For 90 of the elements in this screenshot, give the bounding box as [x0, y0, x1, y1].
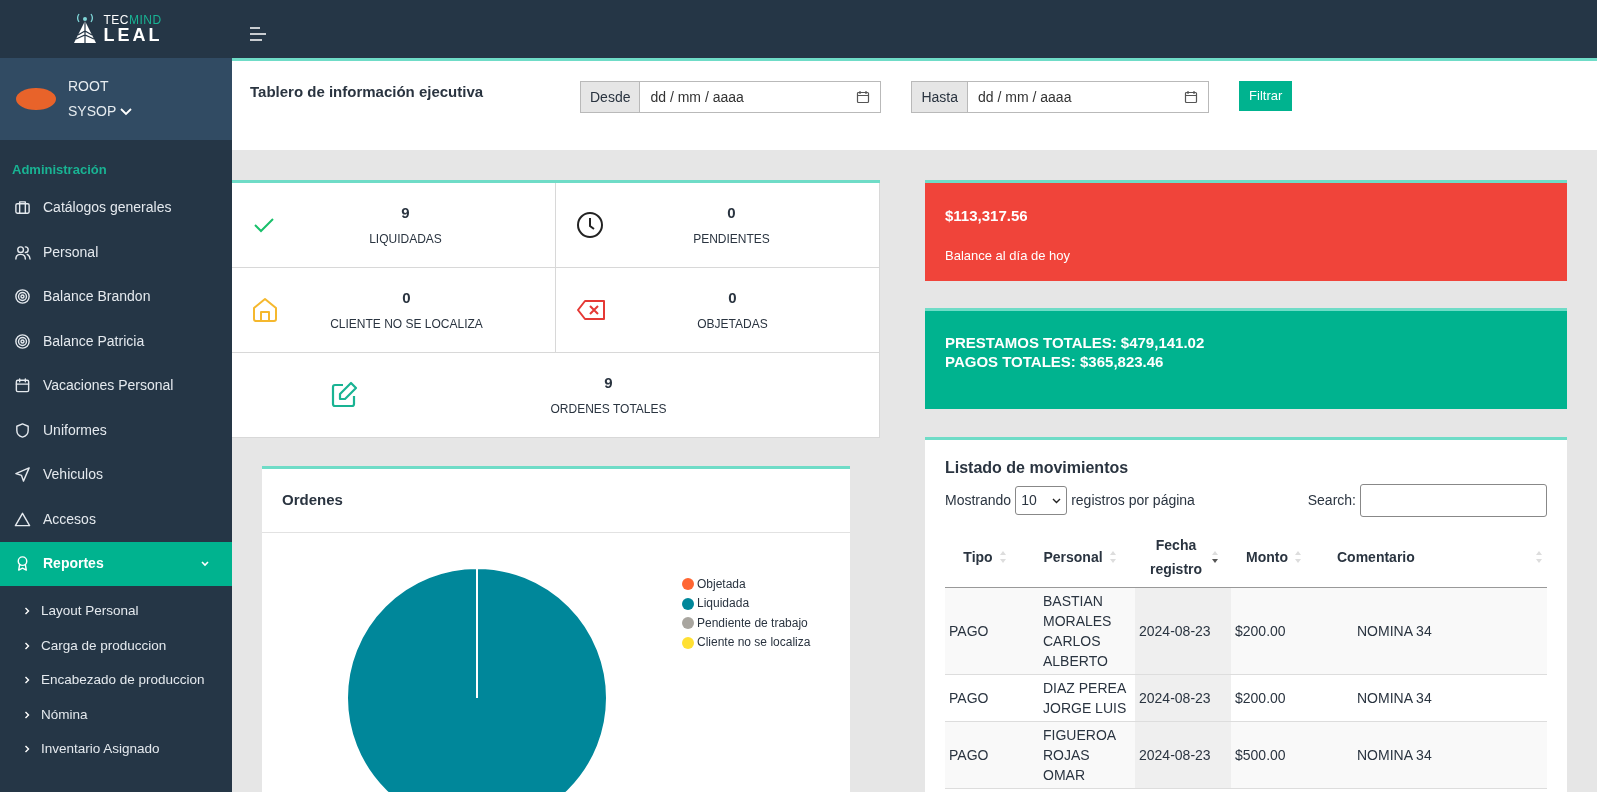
- stat-value: 9: [400, 202, 411, 223]
- table-cell: 2024-08-23: [1139, 690, 1211, 706]
- stat-value: 0: [727, 287, 738, 308]
- briefcase-icon: [14, 199, 31, 217]
- table-cell: $200.00: [1235, 690, 1286, 706]
- chevron-icon: [120, 107, 133, 116]
- sidebar-item[interactable]: Personal: [0, 230, 232, 275]
- submenu-item[interactable]: Nómina: [0, 697, 232, 732]
- sort-icon: [998, 549, 1007, 565]
- submenu-item[interactable]: Carga de produccion: [0, 628, 232, 663]
- house-icon: [252, 297, 278, 323]
- sidebar-item[interactable]: Vacaciones Personal: [0, 363, 232, 408]
- submenu-item[interactable]: Inventario Asignado: [0, 732, 232, 767]
- chevron-icon: [24, 709, 31, 720]
- payments-total: PAGOS TOTALES: $365,823.46: [945, 352, 1165, 371]
- calendar-icon: [14, 377, 31, 395]
- table-cell: 2024-08-23: [1139, 623, 1211, 639]
- sidebar-section-title: Administración: [11, 161, 108, 179]
- chevron-icon: [24, 640, 31, 651]
- table-cell: $500.00: [1235, 747, 1286, 763]
- stat-value: 0: [726, 202, 737, 223]
- table-cell: NOMINA 34: [1357, 747, 1432, 763]
- submenu-item[interactable]: Encabezado de produccion: [0, 663, 232, 698]
- page-title: Tablero de información ejecutiva: [250, 82, 485, 102]
- sort-icon: [1294, 549, 1302, 565]
- search-field[interactable]: [1360, 484, 1547, 517]
- chart-title: Ordenes: [262, 469, 850, 533]
- submenu-item[interactable]: Layout Personal: [0, 594, 232, 629]
- user-name: ROOT: [68, 77, 110, 96]
- search-label: Search:: [1307, 491, 1356, 510]
- chevron-icon: [200, 558, 210, 569]
- table-cell: DIAZ PEREA JORGE LUIS: [1043, 680, 1127, 716]
- sidebar-item[interactable]: Vehiculos: [0, 452, 232, 497]
- target-icon: [14, 332, 31, 350]
- avatar-placeholder: [16, 88, 56, 110]
- sidebar-item[interactable]: Balance Patricia: [0, 319, 232, 364]
- chevron-icon: [24, 606, 31, 617]
- column-header[interactable]: Personal: [1025, 527, 1135, 588]
- table-cell: FIGUEROA ROJAS OMAR: [1043, 727, 1116, 783]
- table-cell: PAGO: [949, 690, 989, 706]
- edit-icon: [330, 381, 358, 409]
- table-cell: $200.00: [1235, 623, 1286, 639]
- stat-label: LIQUIDADAS: [368, 231, 443, 249]
- stat-value: 0: [401, 287, 412, 308]
- column-header[interactable]: Fecha registro: [1135, 527, 1231, 588]
- sort-icon: [1108, 549, 1117, 565]
- stat-label: OBJETADAS: [696, 316, 769, 334]
- chevron-icon: [1052, 497, 1062, 504]
- table-cell: PAGO: [949, 623, 989, 639]
- table-cell: PAGO: [949, 747, 989, 763]
- column-header[interactable]: Comentario: [1317, 527, 1547, 588]
- table-cell: NOMINA 34: [1357, 623, 1432, 639]
- table-title: Listado de movimientos: [945, 458, 1130, 478]
- sort-icon: [1211, 549, 1219, 565]
- table-cell: BASTIAN MORALES CARLOS ALBERTO: [1043, 593, 1112, 669]
- send-icon: [14, 466, 31, 484]
- sidebar-item[interactable]: Balance Brandon: [0, 274, 232, 319]
- length-label: registros por página: [1071, 491, 1195, 510]
- sort-icon: [1535, 549, 1543, 565]
- table-cell: 2024-08-23: [1139, 747, 1211, 763]
- brand-name: LEAL: [103, 26, 163, 44]
- chevron-icon: [24, 744, 31, 755]
- stat-label: ORDENES TOTALES: [549, 401, 668, 419]
- table-cell: NOMINA 34: [1357, 690, 1432, 706]
- stat-label: PENDIENTES: [692, 231, 771, 249]
- loans-total: PRESTAMOS TOTALES: $479,141.02: [945, 333, 1206, 352]
- legend-label: Cliente no se localiza: [697, 634, 811, 651]
- shield-icon: [14, 421, 31, 439]
- triangle-icon: [14, 510, 31, 528]
- delete-icon: [576, 299, 606, 321]
- target-icon: [14, 288, 31, 306]
- sidebar-item[interactable]: Accesos: [0, 497, 232, 542]
- column-header[interactable]: Tipo: [945, 527, 1025, 588]
- clock-icon: [576, 211, 604, 239]
- legend-label: Liquidada: [697, 595, 750, 612]
- brand-name: TECMIND: [103, 14, 163, 26]
- stat-label: CLIENTE NO SE LOCALIZA: [329, 316, 484, 334]
- user-role-dropdown[interactable]: SYSOP: [68, 101, 133, 122]
- legend-label: Pendiente de trabajo: [697, 614, 808, 632]
- stat-value: 9: [603, 372, 614, 393]
- page-length-select[interactable]: 10: [1015, 486, 1068, 515]
- column-header[interactable]: Monto: [1231, 527, 1317, 588]
- balance-amount: $113,317.56: [945, 206, 1029, 226]
- sidebar-item[interactable]: Uniformes: [0, 408, 232, 453]
- people-icon: [14, 243, 31, 261]
- length-label: Mostrando: [945, 491, 1012, 510]
- sidebar-item[interactable]: Catálogos generales: [0, 185, 232, 230]
- chevron-icon: [24, 675, 31, 686]
- legend-label: Objetada: [697, 575, 746, 593]
- balance-caption: Balance al día de hoy: [945, 246, 1072, 265]
